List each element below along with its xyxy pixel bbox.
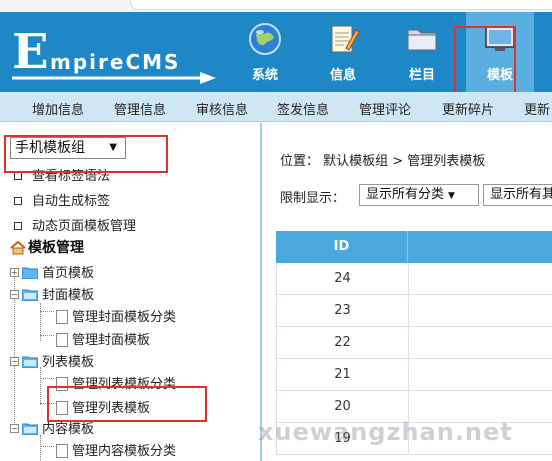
nav-system[interactable]: 系统 bbox=[231, 12, 299, 92]
category-filter-select[interactable]: 显示所有分类 ▼ bbox=[359, 184, 479, 206]
page-icon bbox=[56, 443, 68, 458]
tree-line bbox=[40, 435, 41, 461]
filter-label: 限制显示： bbox=[280, 191, 346, 206]
sidebar-link-dynamic-page[interactable]: 动态页面模板管理 bbox=[14, 215, 136, 234]
sub-navigation: 增加信息 管理信息 审核信息 签发信息 管理评论 更新碎片 更新 bbox=[0, 92, 552, 122]
template-nav-highlight bbox=[454, 26, 516, 100]
bullet-square-icon bbox=[14, 196, 22, 205]
logo-arrow-icon bbox=[12, 72, 216, 84]
table-header: ID bbox=[276, 231, 552, 263]
group-select-highlight bbox=[4, 135, 168, 173]
subnav-update[interactable]: 更新 bbox=[524, 99, 550, 118]
house-icon bbox=[10, 241, 26, 255]
tree-line bbox=[40, 311, 54, 312]
sidebar-link-auto-tags[interactable]: 自动生成标签 bbox=[14, 190, 110, 209]
tree-line bbox=[40, 335, 54, 336]
tree-line bbox=[40, 378, 54, 379]
globe-icon bbox=[249, 23, 281, 55]
cell-id: 24 bbox=[277, 263, 409, 295]
table-row[interactable]: 24 bbox=[276, 263, 552, 295]
tree-line bbox=[40, 446, 54, 447]
subnav-add-info[interactable]: 增加信息 bbox=[32, 99, 84, 118]
expand-plus-icon[interactable]: + bbox=[10, 268, 19, 277]
tree-title-label: 模板管理 bbox=[28, 240, 84, 256]
subnav-manage-comments[interactable]: 管理评论 bbox=[359, 99, 411, 118]
nav-info-label: 信息 bbox=[329, 68, 356, 83]
bullet-square-icon bbox=[14, 221, 22, 230]
collapse-minus-icon[interactable]: − bbox=[10, 424, 19, 433]
address-bar[interactable] bbox=[130, 0, 552, 10]
tree-node-home-template[interactable]: + 首页模板 bbox=[10, 262, 94, 281]
cell-id: 22 bbox=[277, 327, 409, 359]
nav-column-label: 栏目 bbox=[408, 68, 435, 83]
folder-icon bbox=[22, 267, 38, 279]
empirecms-logo: E mpireCMS bbox=[10, 24, 220, 84]
tree-node-label: 封面模板 bbox=[42, 288, 95, 303]
tree-title: 模板管理 bbox=[10, 237, 84, 257]
cell-id: 21 bbox=[277, 359, 409, 391]
subnav-update-fragments[interactable]: 更新碎片 bbox=[442, 99, 494, 118]
tree-node-label: 管理封面模板分类 bbox=[72, 310, 177, 325]
cell-id: 23 bbox=[277, 295, 409, 327]
subnav-review-info[interactable]: 审核信息 bbox=[196, 99, 248, 118]
nav-column[interactable]: 栏目 bbox=[388, 12, 456, 92]
subnav-sign-info[interactable]: 签发信息 bbox=[277, 99, 329, 118]
tree-node-list-template[interactable]: − 列表模板 bbox=[10, 351, 94, 370]
second-filter-value: 显示所有其 bbox=[490, 187, 552, 202]
breadcrumb: 位置： 默认模板组 > 管理列表模板 bbox=[280, 154, 486, 169]
subnav-manage-info[interactable]: 管理信息 bbox=[114, 99, 166, 118]
page-icon bbox=[56, 332, 68, 347]
table-row[interactable]: 22 bbox=[276, 327, 552, 359]
tree-node-cover-template[interactable]: − 封面模板 bbox=[10, 284, 94, 303]
tree-node-cover-manage[interactable]: 管理封面模板 bbox=[56, 329, 150, 348]
tree-node-label: 内容模板 bbox=[42, 422, 95, 437]
main-content: 位置： 默认模板组 > 管理列表模板 限制显示： 显示所有分类 ▼ 显示所有其 I… bbox=[264, 123, 552, 461]
folder-open-icon bbox=[22, 356, 38, 368]
tree-line bbox=[40, 367, 41, 405]
dropdown-arrow-icon: ▼ bbox=[448, 191, 455, 201]
tree-node-cover-manage-class[interactable]: 管理封面模板分类 bbox=[56, 306, 176, 325]
page-icon bbox=[56, 309, 68, 324]
table-row[interactable]: 21 bbox=[276, 359, 552, 391]
tree-node-content-manage-class[interactable]: 管理内容模板分类 bbox=[56, 440, 176, 459]
table-row[interactable]: 23 bbox=[276, 295, 552, 327]
collapse-minus-icon[interactable]: − bbox=[10, 290, 19, 299]
site-watermark: xuewangzhan.net bbox=[258, 418, 513, 446]
collapse-minus-icon[interactable]: − bbox=[10, 357, 19, 366]
category-filter-value: 显示所有分类 bbox=[366, 187, 445, 202]
tree-node-label: 管理封面模板 bbox=[72, 333, 151, 348]
tree-node-label: 列表模板 bbox=[42, 355, 95, 370]
second-filter-select[interactable]: 显示所有其 bbox=[483, 184, 552, 206]
notepad-icon bbox=[331, 25, 360, 53]
column-header-id[interactable]: ID bbox=[276, 231, 408, 263]
sidebar-link-label: 自动生成标签 bbox=[32, 194, 111, 209]
folder-open-icon bbox=[22, 289, 38, 301]
nav-info[interactable]: 信息 bbox=[309, 12, 377, 92]
folder-icon bbox=[407, 29, 437, 51]
list-manage-highlight bbox=[47, 386, 207, 422]
tree-node-label: 首页模板 bbox=[42, 266, 95, 281]
folder-open-icon bbox=[22, 423, 38, 435]
sidebar-link-label: 动态页面模板管理 bbox=[32, 219, 137, 234]
browser-address-strip bbox=[0, 0, 552, 12]
tree-node-label: 管理内容模板分类 bbox=[72, 444, 177, 459]
nav-system-label: 系统 bbox=[251, 68, 278, 83]
